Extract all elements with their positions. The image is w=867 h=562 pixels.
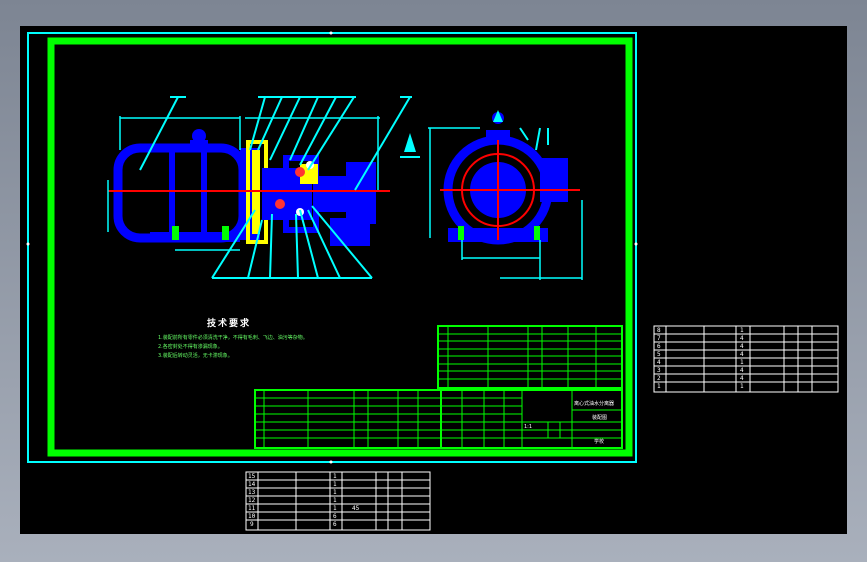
model-space [20,26,847,534]
bom-right-no: 7 [657,335,661,342]
notes-title: 技术要求 [207,319,252,329]
bom-bottom-qty: 1 [333,473,337,480]
bom-right-no: 1 [657,383,661,390]
bom-bottom-material: 45 [352,505,360,512]
bom-bottom-no: 14 [248,481,256,488]
bom-right-no: 4 [657,359,661,366]
bom-right-qty: 4 [740,367,744,374]
bom-bottom-qty: 1 [333,497,337,504]
bom-right-no: 2 [657,375,661,382]
bom-right-qty: 1 [740,327,744,334]
drawing-label: 装配图 [592,415,608,421]
company: 学校 [594,439,605,445]
drawing-name: 离心式油水分离器 [574,401,615,407]
bom-bottom-qty: 6 [333,521,337,528]
bom-bottom-qty: 1 [333,505,337,512]
sheet-scale: 1:1 [524,424,533,430]
bom-right-qty: 4 [740,335,744,342]
bom-right-qty: 4 [740,351,744,358]
bom-right-no: 5 [657,351,661,358]
bom-bottom-qty: 1 [333,489,337,496]
bom-right-qty: 1 [740,359,744,366]
bom-bottom-no: 15 [248,473,256,480]
bom-bottom-no: 11 [248,505,256,512]
bom-bottom-no: 13 [248,489,256,496]
cad-drawing-canvas[interactable] [0,0,867,562]
note-line-2: 2.各密封处不得有渗漏现象。 [158,344,223,350]
bom-right-qty: 4 [740,375,744,382]
bom-bottom-qty: 6 [333,513,337,520]
bom-bottom-no: 9 [250,521,254,528]
bom-bottom-no: 10 [248,513,256,520]
note-line-1: 1.装配前所有零件必须清洗干净，不得有毛刺、飞边、油污等杂物。 [158,335,308,341]
bom-right-qty: 1 [740,383,744,390]
bom-right-no: 3 [657,367,661,374]
bom-right-no: 6 [657,343,661,350]
bom-bottom-qty: 1 [333,481,337,488]
bom-right-no: 8 [657,327,661,334]
note-line-3: 3.装配后转动灵活，无卡滞现象。 [158,353,233,359]
bom-bottom-no: 12 [248,497,256,504]
bom-right-qty: 4 [740,343,744,350]
